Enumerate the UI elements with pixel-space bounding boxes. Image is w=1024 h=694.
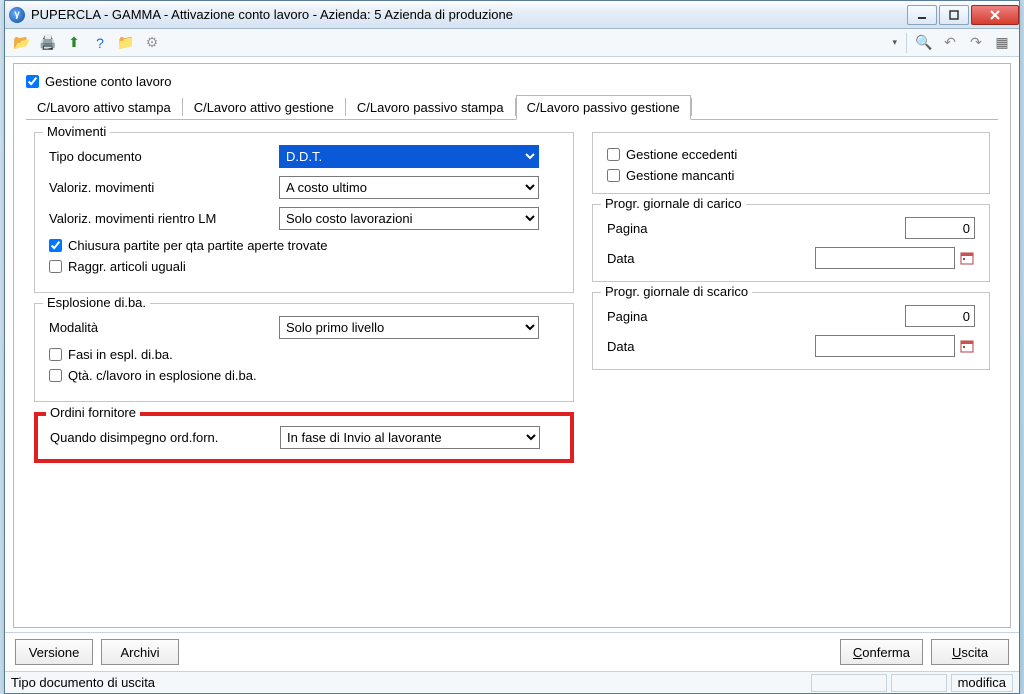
esplosione-legend: Esplosione di.ba. (43, 295, 150, 310)
archivi-button[interactable]: Archivi (101, 639, 179, 665)
carico-data-input[interactable] (815, 247, 955, 269)
main-panel: Gestione conto lavoro C/Lavoro attivo st… (13, 63, 1011, 628)
status-seg-1 (811, 674, 887, 692)
maximize-button[interactable] (939, 5, 969, 25)
window-title: PUPERCLA - GAMMA - Attivazione conto lav… (31, 7, 513, 22)
folder-icon[interactable]: 📁 (115, 32, 137, 54)
group-progr-scarico: Progr. giornale di scarico Pagina Data (592, 292, 990, 370)
app-window: γ PUPERCLA - GAMMA - Attivazione conto l… (4, 0, 1020, 694)
status-seg-modifica: modifica (951, 674, 1013, 692)
group-progr-carico: Progr. giornale di carico Pagina Data (592, 204, 990, 282)
bottom-button-bar: Versione Archivi Conferma Uscita (5, 632, 1019, 671)
fasi-label: Fasi in espl. di.ba. (68, 347, 173, 362)
gestione-eccedenti-label: Gestione eccedenti (626, 147, 737, 162)
uscita-button[interactable]: Uscita (931, 639, 1009, 665)
group-ordini-fornitore: Ordini fornitore Quando disimpegno ord.f… (34, 412, 574, 463)
redo-icon[interactable]: ↷ (965, 32, 987, 54)
group-gestione-toggles: Gestione eccedenti Gestione mancanti (592, 132, 990, 194)
export-icon[interactable]: ⬆ (63, 32, 85, 54)
quando-disimpegno-label: Quando disimpegno ord.forn. (50, 430, 280, 445)
grid-icon[interactable]: ▦ (991, 32, 1013, 54)
tipo-documento-label: Tipo documento (49, 149, 279, 164)
carico-data-label: Data (607, 251, 677, 266)
quando-disimpegno-select[interactable]: In fase di Invio al lavorante (280, 426, 540, 449)
status-text: Tipo documento di uscita (11, 675, 155, 690)
conferma-button[interactable]: Conferma (840, 639, 923, 665)
content-area: Gestione conto lavoro C/Lavoro attivo st… (5, 57, 1019, 632)
close-button[interactable] (971, 5, 1019, 25)
tab-passivo-gestione[interactable]: C/Lavoro passivo gestione (516, 95, 691, 120)
qta-checkbox[interactable] (49, 369, 62, 382)
status-seg-2 (891, 674, 947, 692)
raggr-articoli-label: Raggr. articoli uguali (68, 259, 186, 274)
scarico-legend: Progr. giornale di scarico (601, 284, 752, 299)
carico-legend: Progr. giornale di carico (601, 196, 746, 211)
scarico-data-input[interactable] (815, 335, 955, 357)
raggr-articoli-checkbox[interactable] (49, 260, 62, 273)
group-esplosione: Esplosione di.ba. Modalità Solo primo li… (34, 303, 574, 402)
help-icon[interactable]: ? (89, 32, 111, 54)
app-icon: γ (9, 7, 25, 23)
minimize-button[interactable] (907, 5, 937, 25)
gestione-conto-lavoro-label: Gestione conto lavoro (45, 74, 171, 89)
modalita-label: Modalità (49, 320, 279, 335)
search-icon[interactable]: 🔍 (913, 32, 935, 54)
tab-attivo-stampa[interactable]: C/Lavoro attivo stampa (26, 95, 182, 120)
open-icon[interactable]: 📂 (11, 32, 33, 54)
gear-icon[interactable]: ⚙ (141, 32, 163, 54)
carico-pagina-input[interactable] (905, 217, 975, 239)
qta-label: Qtà. c/lavoro in esplosione di.ba. (68, 368, 257, 383)
valoriz-rientro-select[interactable]: Solo costo lavorazioni (279, 207, 539, 230)
scarico-pagina-input[interactable] (905, 305, 975, 327)
statusbar: Tipo documento di uscita modifica (5, 671, 1019, 693)
ordini-legend: Ordini fornitore (46, 405, 140, 420)
group-movimenti: Movimenti Tipo documento D.D.T. Valoriz.… (34, 132, 574, 293)
calendar-icon[interactable] (959, 338, 975, 354)
tipo-documento-select[interactable]: D.D.T. (279, 145, 539, 168)
modalita-select[interactable]: Solo primo livello (279, 316, 539, 339)
chiusura-partite-checkbox[interactable] (49, 239, 62, 252)
gestione-eccedenti-checkbox[interactable] (607, 148, 620, 161)
chevron-down-icon[interactable]: ▾ (889, 37, 900, 48)
movimenti-legend: Movimenti (43, 124, 110, 139)
titlebar: γ PUPERCLA - GAMMA - Attivazione conto l… (5, 1, 1019, 29)
versione-button[interactable]: Versione (15, 639, 93, 665)
toolbar: 📂 🖨️ ⬆ ? 📁 ⚙ ▾ 🔍 ↶ ↷ ▦ (5, 29, 1019, 57)
undo-icon[interactable]: ↶ (939, 32, 961, 54)
carico-pagina-label: Pagina (607, 221, 677, 236)
chiusura-partite-label: Chiusura partite per qta partite aperte … (68, 238, 327, 253)
print-icon[interactable]: 🖨️ (37, 32, 59, 54)
calendar-icon[interactable] (959, 250, 975, 266)
gestione-mancanti-checkbox[interactable] (607, 169, 620, 182)
scarico-data-label: Data (607, 339, 677, 354)
tab-passivo-stampa[interactable]: C/Lavoro passivo stampa (346, 95, 515, 120)
valoriz-movimenti-select[interactable]: A costo ultimo (279, 176, 539, 199)
gestione-mancanti-label: Gestione mancanti (626, 168, 734, 183)
fasi-checkbox[interactable] (49, 348, 62, 361)
scarico-pagina-label: Pagina (607, 309, 677, 324)
tab-attivo-gestione[interactable]: C/Lavoro attivo gestione (183, 95, 345, 120)
tabstrip: C/Lavoro attivo stampa C/Lavoro attivo g… (26, 95, 998, 120)
gestione-conto-lavoro-checkbox[interactable] (26, 75, 39, 88)
valoriz-rientro-label: Valoriz. movimenti rientro LM (49, 211, 279, 226)
valoriz-movimenti-label: Valoriz. movimenti (49, 180, 279, 195)
